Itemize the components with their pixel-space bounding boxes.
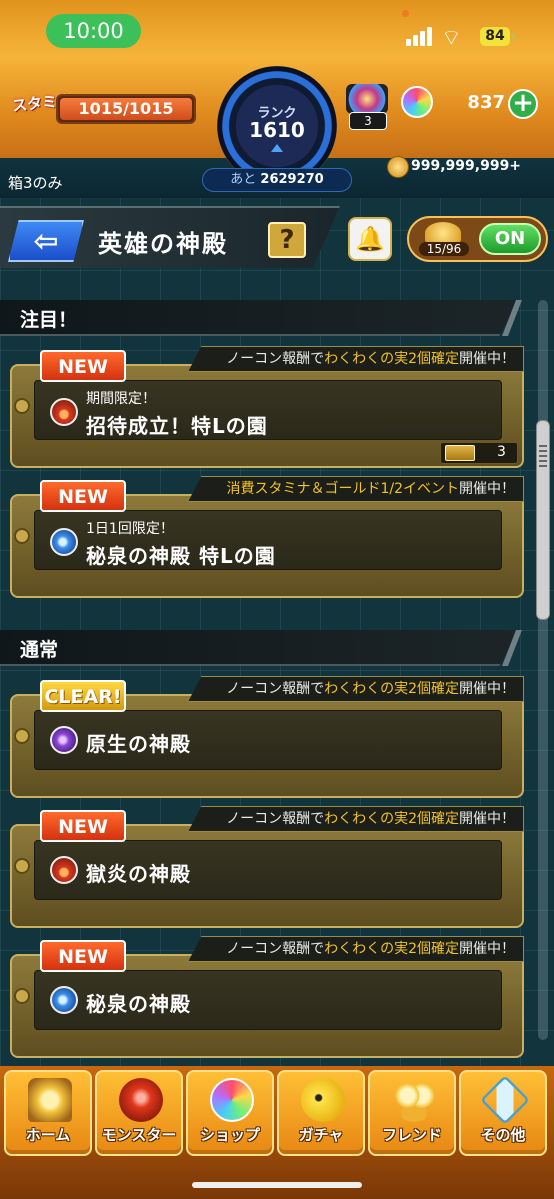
- nav-other[interactable]: その他: [459, 1070, 547, 1156]
- dark-element-icon: [50, 726, 78, 754]
- scrollbar-grip-icon: [539, 445, 547, 467]
- event-banner: ノーコン報酬でわくわくの実2個確定開催中！: [188, 936, 524, 962]
- home-gate-icon: [28, 1078, 72, 1122]
- nav-monster[interactable]: モンスター: [95, 1070, 183, 1156]
- nav-label: ショップ: [199, 1126, 260, 1144]
- event-banner: ノーコン報酬でわくわくの実2個確定開催中！: [188, 346, 524, 372]
- stamina-value: 1015/1015: [78, 99, 174, 118]
- page-title: 英雄の神殿: [98, 230, 228, 258]
- clear-badge: CLEAR!: [40, 680, 126, 712]
- card-nail: [14, 398, 30, 414]
- buy-orbs-button[interactable]: +: [508, 89, 538, 119]
- nav-friends[interactable]: フレンド: [368, 1070, 456, 1156]
- recording-dot-icon: [402, 10, 409, 17]
- friends-icon: [392, 1078, 436, 1122]
- section-title-normal: 通常: [20, 639, 59, 661]
- back-arrow-icon: ⇦: [33, 223, 59, 259]
- scrollbar-track[interactable]: [538, 300, 548, 1040]
- orb-count: 837: [467, 92, 505, 113]
- nav-gacha[interactable]: ガチャ: [277, 1070, 365, 1156]
- other-icon: [480, 1075, 530, 1125]
- toggle-counter: 15/96: [419, 242, 469, 256]
- new-badge: NEW: [40, 350, 126, 382]
- card-title: 秘泉の神殿 特Lの園: [86, 544, 276, 568]
- card-subtitle: 期間限定！: [86, 391, 156, 407]
- ticket-count: 3: [497, 444, 506, 460]
- quest-card[interactable]: ノーコン報酬でわくわくの実2個確定開催中！ CLEAR! 原生の神殿: [10, 676, 524, 798]
- rank-value: 1610: [249, 118, 305, 142]
- quest-card[interactable]: ノーコン報酬でわくわくの実2個確定開催中！ NEW 秘泉の神殿: [10, 936, 524, 1058]
- nav-label: フレンド: [381, 1126, 442, 1144]
- ticket-icon: [445, 445, 475, 461]
- card-nail: [14, 528, 30, 544]
- home-indicator: [192, 1182, 362, 1188]
- rank-next-prefix: あと: [230, 172, 257, 187]
- section-header-featured: 注目！: [0, 300, 520, 336]
- rank-up-arrow-icon: [271, 144, 283, 152]
- card-title: 原生の神殿: [86, 732, 191, 756]
- box-note: 箱3のみ: [8, 174, 63, 192]
- stamina-bar[interactable]: 1015/1015: [56, 94, 196, 124]
- quest-card[interactable]: ノーコン報酬でわくわくの実2個確定開催中！ NEW 期間限定！ 招待成立！特Lの…: [10, 346, 524, 468]
- box-count: 3: [349, 112, 387, 130]
- nav-label: ガチャ: [298, 1126, 344, 1144]
- new-badge: NEW: [40, 480, 126, 512]
- card-nail: [14, 858, 30, 874]
- monster-icon: [119, 1078, 163, 1122]
- wifi-icon: ⌔: [441, 26, 462, 51]
- event-banner: ノーコン報酬でわくわくの実2個確定開催中！: [188, 806, 524, 832]
- battery-icon: 84: [480, 27, 510, 46]
- quest-card[interactable]: ノーコン報酬でわくわくの実2個確定開催中！ NEW 獄炎の神殿: [10, 806, 524, 928]
- card-nail: [14, 728, 30, 744]
- nav-shop[interactable]: ショップ: [186, 1070, 274, 1156]
- nav-home[interactable]: ホーム: [4, 1070, 92, 1156]
- event-banner: ノーコン報酬でわくわくの実2個確定開催中！: [188, 676, 524, 702]
- fire-element-icon: [50, 856, 78, 884]
- back-button[interactable]: ⇦: [8, 220, 84, 262]
- monster-box-icon[interactable]: [346, 84, 388, 114]
- rank-exp-remaining: あと 2629270: [202, 168, 352, 192]
- gacha-icon: [301, 1078, 345, 1122]
- notification-bell-button[interactable]: 🔔: [348, 217, 392, 261]
- helmet-coin-icon: [425, 222, 461, 244]
- fire-element-icon: [50, 398, 78, 426]
- help-button[interactable]: ?: [268, 222, 306, 258]
- card-nail: [14, 988, 30, 1004]
- card-subtitle: 1日1回限定！: [86, 521, 174, 537]
- nav-label: その他: [480, 1126, 526, 1144]
- card-title: 招待成立！特Lの園: [86, 414, 268, 438]
- cellular-signal-icon: [406, 26, 434, 46]
- auto-toggle[interactable]: 15/96 ON: [407, 216, 548, 262]
- toggle-on-button[interactable]: ON: [479, 223, 541, 255]
- battery-tip: [512, 33, 515, 40]
- gold-coin-icon: [387, 156, 409, 178]
- gold-value: 999,999,999+: [411, 158, 522, 174]
- rank-next-value: 2629270: [260, 172, 324, 187]
- orb-icon: [401, 86, 433, 118]
- orb-shop-icon: [210, 1078, 254, 1122]
- ticket-counter: 3: [440, 442, 518, 464]
- water-element-icon: [50, 986, 78, 1014]
- section-title-featured: 注目！: [20, 309, 78, 331]
- quest-card[interactable]: 消費スタミナ＆ゴールド1/2イベント開催中！ NEW 1日1回限定！ 秘泉の神殿…: [10, 476, 524, 598]
- section-header-normal: 通常: [0, 630, 520, 666]
- new-badge: NEW: [40, 810, 126, 842]
- card-title: 秘泉の神殿: [86, 992, 191, 1016]
- event-banner: 消費スタミナ＆ゴールド1/2イベント開催中！: [188, 476, 524, 502]
- water-element-icon: [50, 528, 78, 556]
- clock: 10:00: [46, 14, 141, 48]
- new-badge: NEW: [40, 940, 126, 972]
- bell-icon: 🔔: [355, 225, 385, 253]
- card-title: 獄炎の神殿: [86, 862, 191, 886]
- nav-label: ホーム: [25, 1126, 71, 1144]
- nav-label: モンスター: [101, 1126, 177, 1144]
